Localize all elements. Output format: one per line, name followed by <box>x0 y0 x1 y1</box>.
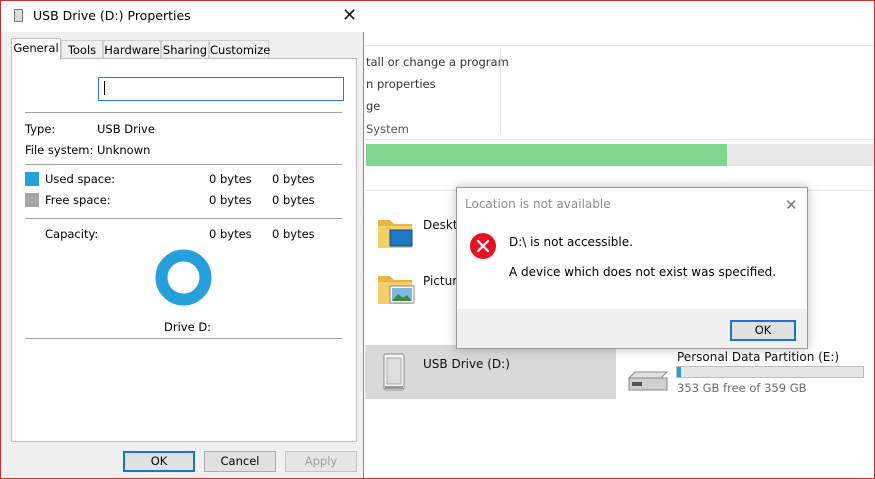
usb-drive-icon[interactable] <box>380 350 408 394</box>
usb-drive-icon <box>14 9 23 22</box>
tab-sharing[interactable]: Sharing <box>161 40 209 59</box>
close-icon[interactable]: ✕ <box>342 7 357 25</box>
error-message-detail: A device which does not exist was specif… <box>509 265 777 279</box>
drive-free-space: 353 GB free of 359 GB <box>677 381 807 395</box>
used-space-label: Used space: <box>45 172 116 186</box>
pictures-folder-icon[interactable] <box>376 268 416 308</box>
capacity-size: 0 bytes <box>272 227 315 241</box>
free-space-size: 0 bytes <box>272 193 315 207</box>
ribbon-manage[interactable]: ge <box>366 99 380 113</box>
storage-progress-fill <box>366 144 727 166</box>
used-space-bytes: 0 bytes <box>209 172 252 186</box>
close-icon[interactable]: ✕ <box>785 196 798 214</box>
tab-tools[interactable]: Tools <box>61 40 103 59</box>
error-body: D:\ is not accessible. A device which do… <box>457 220 807 309</box>
hard-drive-icon[interactable] <box>625 370 671 392</box>
error-message-primary: D:\ is not accessible. <box>509 235 633 249</box>
capacity-donut-chart <box>155 249 212 306</box>
ribbon-system-properties[interactable]: n properties <box>366 77 436 91</box>
file-system-label: File system: <box>25 143 94 157</box>
divider <box>25 338 342 339</box>
properties-dialog: USB Drive (D:) Properties ✕ General Tool… <box>0 0 364 479</box>
storage-progress-bar <box>366 144 874 166</box>
tab-customize[interactable]: Customize <box>209 40 270 59</box>
file-system-value: Unknown <box>97 143 151 157</box>
dialog-title: USB Drive (D:) Properties <box>33 8 191 23</box>
divider <box>25 164 342 165</box>
drive-name-input[interactable] <box>98 77 344 101</box>
free-space-bytes: 0 bytes <box>209 193 252 207</box>
error-icon <box>470 233 496 259</box>
donut-ring <box>155 249 212 306</box>
ok-button[interactable]: OK <box>123 451 195 472</box>
tab-hardware[interactable]: Hardware <box>103 40 161 59</box>
apply-button[interactable]: Apply <box>285 451 357 472</box>
used-space-swatch <box>25 172 39 186</box>
ribbon-uninstall-program[interactable]: tall or change a program <box>366 55 509 69</box>
divider <box>25 112 342 113</box>
used-space-size: 0 bytes <box>272 172 315 186</box>
drive-usage-fill <box>677 367 681 377</box>
error-ok-button[interactable]: OK <box>730 320 796 341</box>
properties-titlebar[interactable]: USB Drive (D:) Properties ✕ <box>0 0 364 32</box>
text-caret <box>104 81 105 95</box>
type-label: Type: <box>25 122 56 136</box>
drive-letter-label: Drive D: <box>164 320 212 334</box>
location-error-dialog: Location is not available ✕ D:\ is not a… <box>456 187 808 349</box>
free-space-swatch <box>25 193 39 207</box>
free-space-label: Free space: <box>45 193 111 207</box>
type-value: USB Drive <box>97 122 155 136</box>
ribbon-group-label: System <box>366 122 409 136</box>
cancel-button[interactable]: Cancel <box>204 451 276 472</box>
drive-label-personal[interactable]: Personal Data Partition (E:) <box>677 350 839 364</box>
drive-usage-bar <box>676 366 864 378</box>
error-titlebar[interactable]: Location is not available ✕ <box>457 188 807 220</box>
capacity-label: Capacity: <box>45 227 99 241</box>
tab-general[interactable]: General <box>11 38 61 60</box>
desktop-folder-icon[interactable] <box>376 212 416 252</box>
ribbon-separator <box>500 48 501 134</box>
divider <box>25 218 342 219</box>
error-dialog-title: Location is not available <box>465 197 611 211</box>
capacity-bytes: 0 bytes <box>209 227 252 241</box>
drive-label-usb[interactable]: USB Drive (D:) <box>423 357 510 371</box>
